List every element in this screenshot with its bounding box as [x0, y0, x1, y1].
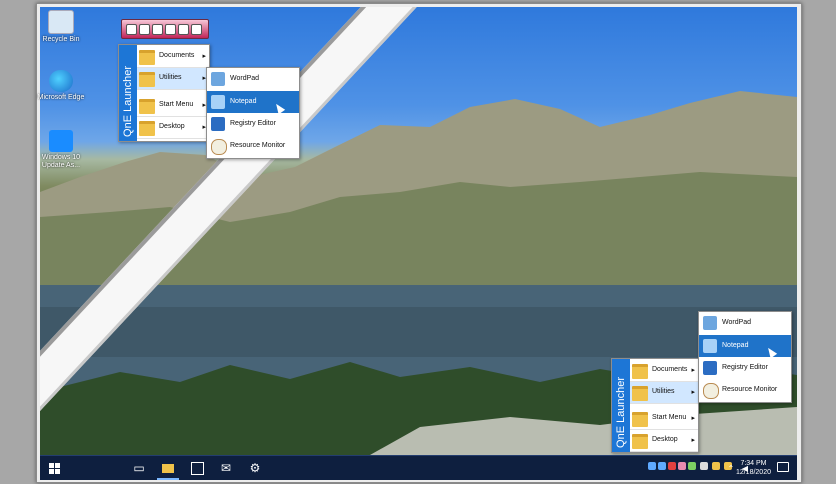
launcher-item-label: Documents [159, 52, 195, 59]
tray-icon-7[interactable] [712, 462, 720, 470]
toolbar-icon-4[interactable] [165, 24, 176, 35]
notepad-icon [703, 339, 717, 353]
submenu-item-wordpad[interactable]: WordPad [207, 68, 299, 90]
chevron-right-icon: ▸ [691, 389, 695, 396]
utilities-submenu-bottom: WordPad Notepad Registry Editor Resource… [698, 311, 792, 403]
clock-time: 7:34 PM [740, 460, 767, 467]
wordpad-icon [211, 72, 225, 86]
launcher-item-utilities[interactable]: Utilities ▸ [137, 68, 209, 90]
windows-logo-icon [48, 462, 60, 474]
launcher-item-label: Utilities [652, 388, 675, 395]
mail-button[interactable]: ✉ [215, 458, 237, 478]
store-icon [190, 461, 204, 475]
toolbar-icon-5[interactable] [178, 24, 189, 35]
qne-toolbar[interactable] [121, 19, 209, 39]
launcher-item-label: Start Menu [652, 414, 687, 421]
submenu-label: WordPad [722, 319, 752, 326]
qne-launcher-menu: QnE Launcher Documents ▸ Utilities ▸ Sta… [118, 44, 210, 142]
folder-icon [139, 50, 155, 65]
chevron-right-icon: ▸ [691, 415, 695, 422]
recycle-bin-icon [48, 10, 74, 34]
tray-icon-6[interactable] [700, 462, 708, 470]
start-button[interactable] [43, 458, 65, 478]
launcher-item-label: Start Menu [159, 101, 194, 108]
submenu-item-registry-editor[interactable]: Registry Editor [207, 113, 299, 135]
qne-launcher-menu-bottom: QnE Launcher Documents ▸ Utilities ▸ Sta… [611, 358, 699, 453]
submenu-label: Registry Editor [722, 364, 768, 371]
submenu-item-wordpad[interactable]: WordPad [699, 312, 791, 334]
launcher-title: QnE Launcher [122, 66, 134, 137]
settings-icon: ⚙ [249, 461, 261, 475]
utilities-submenu: WordPad Notepad Registry Editor Resource… [206, 67, 300, 159]
launcher-item-label: Desktop [652, 436, 678, 443]
clock-date: 12/18/2020 [735, 469, 771, 476]
tray-icon-3[interactable] [668, 462, 676, 470]
folder-icon [632, 386, 648, 401]
submenu-label: Resource Monitor [722, 386, 778, 393]
clock[interactable]: 7:34 PM 12/18/2020 [736, 459, 771, 477]
file-explorer-icon [162, 463, 174, 473]
folder-icon [139, 121, 155, 136]
submenu-item-resource-monitor[interactable]: Resource Monitor [699, 379, 791, 401]
store-button[interactable] [186, 458, 208, 478]
notification-icon[interactable] [777, 462, 789, 472]
chevron-right-icon: ▸ [691, 437, 695, 444]
folder-icon [632, 434, 648, 449]
submenu-label: Notepad [722, 342, 749, 349]
task-view-icon: ▭ [133, 461, 145, 475]
submenu-label: Notepad [230, 98, 257, 105]
tray-icon-2[interactable] [658, 462, 666, 470]
file-explorer-button[interactable] [157, 458, 179, 480]
resource-monitor-icon [211, 139, 227, 155]
tray-icon-5[interactable] [688, 462, 696, 470]
notepad-icon [211, 95, 225, 109]
chevron-right-icon: ▸ [202, 53, 206, 60]
settings-button[interactable]: ⚙ [244, 458, 266, 478]
registry-editor-icon [211, 117, 225, 131]
folder-icon [632, 412, 648, 427]
launcher-item-desktop[interactable]: Desktop ▸ [137, 117, 209, 139]
registry-editor-icon [703, 361, 717, 375]
task-view-button[interactable]: ▭ [128, 458, 150, 478]
desktop-icon-recycle-bin[interactable]: Recycle Bin [33, 10, 89, 44]
chevron-right-icon: ▸ [691, 367, 695, 374]
mail-icon: ✉ [220, 461, 232, 475]
launcher-item-documents[interactable]: Documents ▸ [137, 46, 209, 68]
toolbar-icon-2[interactable] [139, 24, 150, 35]
toolbar-icon-6[interactable] [191, 24, 202, 35]
wordpad-icon [703, 316, 717, 330]
launcher-item-start-menu[interactable]: Start Menu ▸ [137, 95, 209, 117]
launcher-item-start-menu[interactable]: Start Menu ▸ [630, 408, 698, 430]
launcher-sidebar: QnE Launcher [119, 45, 137, 141]
edge-label: Microsoft Edge [37, 94, 85, 101]
toolbar-icon-1[interactable] [126, 24, 137, 35]
launcher-item-label: Desktop [159, 123, 185, 130]
taskbar: ▭ ✉ ⚙ ⌃ ◀ 7:34 PM 12/18/2020 [40, 455, 797, 480]
tray-icon-4[interactable] [678, 462, 686, 470]
submenu-item-resource-monitor[interactable]: Resource Monitor [207, 135, 299, 157]
folder-icon [139, 99, 155, 114]
folder-icon [139, 72, 155, 87]
launcher-item-label: Utilities [159, 74, 182, 81]
launcher-sidebar: QnE Launcher [612, 359, 630, 452]
launcher-title: QnE Launcher [615, 377, 627, 448]
windows-update-icon [49, 130, 73, 152]
edge-icon [49, 70, 73, 92]
launcher-item-desktop[interactable]: Desktop ▸ [630, 430, 698, 452]
desktop-icon-windows-update[interactable]: Windows 10 Update As... [33, 130, 89, 170]
launcher-item-utilities[interactable]: Utilities ▸ [630, 382, 698, 404]
windows-update-label: Windows 10 Update As... [41, 154, 81, 169]
tray-icon-1[interactable] [648, 462, 656, 470]
folder-icon [632, 364, 648, 379]
recycle-bin-label: Recycle Bin [42, 36, 80, 43]
desktop-icon-edge[interactable]: Microsoft Edge [33, 70, 89, 102]
submenu-label: Resource Monitor [230, 142, 286, 149]
toolbar-icon-3[interactable] [152, 24, 163, 35]
resource-monitor-icon [703, 383, 719, 399]
submenu-label: WordPad [230, 75, 260, 82]
launcher-item-label: Documents [652, 366, 688, 373]
launcher-item-documents[interactable]: Documents ▸ [630, 360, 698, 382]
submenu-item-registry-editor[interactable]: Registry Editor [699, 357, 791, 379]
submenu-label: Registry Editor [230, 120, 276, 127]
